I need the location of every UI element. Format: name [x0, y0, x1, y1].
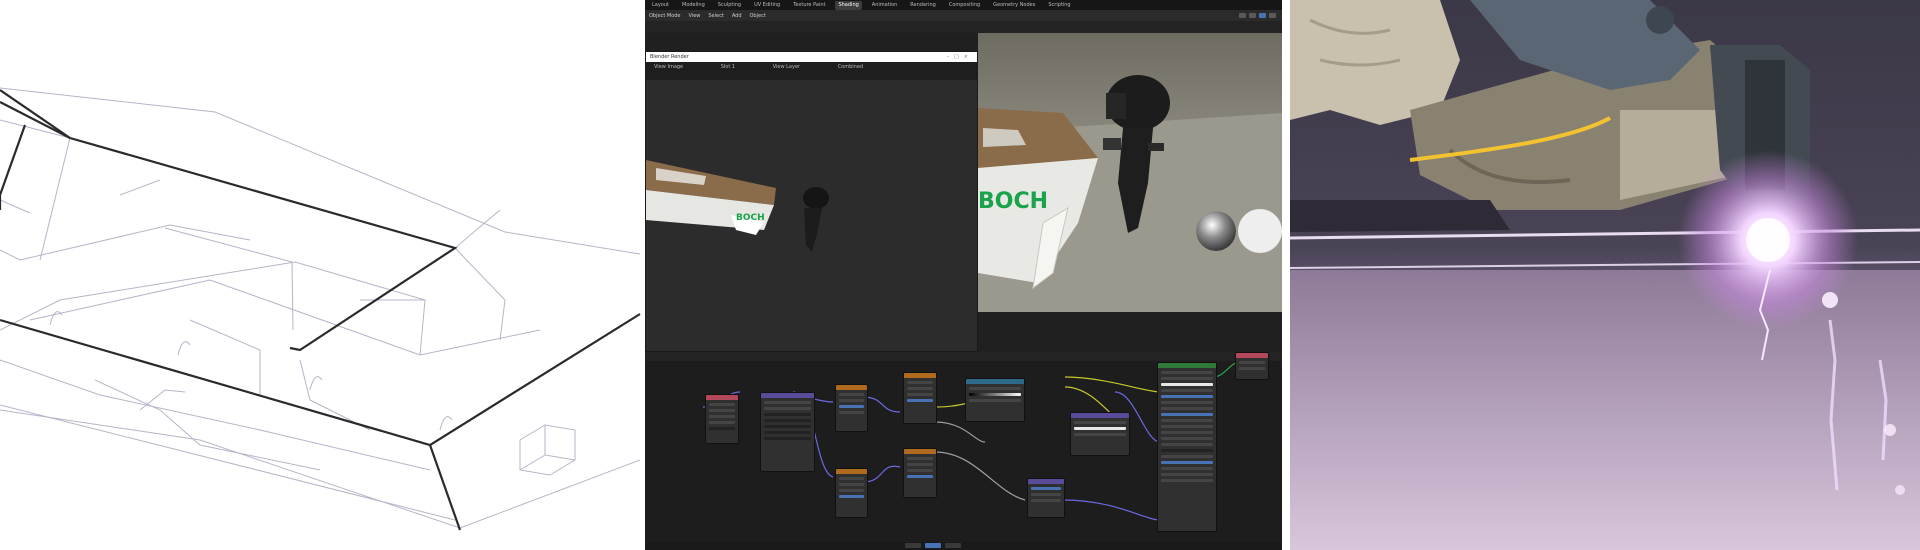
bracket-curve — [439, 416, 453, 431]
deck-opening-outline — [0, 101, 458, 352]
tab-geometry-nodes[interactable]: Geometry Nodes — [990, 1, 1038, 10]
welding-photo-panel — [1290, 0, 1920, 550]
render-canvas: BOCH — [646, 80, 977, 351]
hull-top-edge — [0, 87, 641, 255]
render-slot-dropdown[interactable]: Slot 1 — [721, 64, 735, 70]
frame-line — [299, 359, 371, 431]
tab-texture-paint[interactable]: Texture Paint — [790, 1, 828, 10]
render-info-bar — [646, 72, 977, 80]
menu-add[interactable]: Add — [732, 13, 742, 19]
viewport-scene: BOCH — [978, 75, 1282, 312]
tab-uv-editing[interactable]: UV Editing — [751, 1, 783, 10]
render-window-title: Blender Render — [650, 54, 689, 60]
frame-line — [69, 137, 501, 249]
maximize-icon[interactable]: □ — [954, 54, 964, 60]
transom-box — [519, 424, 576, 476]
solid-shading-icon[interactable] — [1249, 13, 1256, 18]
render-outboard-motor — [803, 187, 829, 252]
material-shading-icon[interactable] — [1259, 13, 1266, 18]
node-image-texture-4[interactable] — [903, 448, 937, 498]
3d-viewport[interactable]: BOCH — [978, 33, 1282, 312]
menu-object[interactable]: Object — [750, 13, 766, 19]
render-window-menubar: View Image Slot 1 View Layer Combined — [646, 62, 977, 72]
node-bump[interactable] — [1070, 412, 1130, 456]
frame-line — [189, 319, 261, 395]
frame-line — [0, 119, 71, 261]
status-button-active[interactable] — [925, 543, 941, 548]
frame-line — [0, 261, 426, 331]
node-image-texture-2[interactable] — [903, 372, 937, 424]
render-window-titlebar: Blender Render –□× — [646, 52, 977, 62]
rendered-shading-icon[interactable] — [1269, 13, 1276, 18]
hull-bottom-edge — [0, 409, 641, 529]
hull-bottom-edge — [0, 404, 456, 521]
minimize-icon[interactable]: – — [947, 54, 955, 60]
wireframe-shading-icon[interactable] — [1239, 13, 1246, 18]
node-mapping[interactable] — [760, 392, 815, 472]
tab-animation[interactable]: Animation — [869, 1, 901, 10]
frame-line — [0, 359, 431, 471]
node-principled-bsdf[interactable] — [1157, 362, 1217, 532]
tab-compositing[interactable]: Compositing — [946, 1, 983, 10]
node-texture-coordinate[interactable] — [705, 394, 739, 444]
frame-line — [360, 299, 426, 356]
render-menu-view[interactable]: View — [654, 64, 666, 70]
render-scene: BOCH — [646, 160, 829, 252]
node-color-ramp[interactable] — [965, 378, 1025, 422]
viewport-shading-buttons — [1239, 13, 1276, 18]
render-menu-image[interactable]: Image — [667, 64, 683, 70]
tab-rendering[interactable]: Rendering — [907, 1, 939, 10]
frame-line — [139, 389, 186, 411]
blender-window: Layout Modeling Sculpting UV Editing Tex… — [645, 0, 1282, 550]
node-image-texture-3[interactable] — [835, 468, 868, 518]
frame-line — [454, 247, 506, 341]
frame-line — [94, 379, 321, 471]
wireframe-boat-panel — [0, 0, 642, 550]
boat-brand-text: BOCH — [978, 189, 1048, 214]
render-boat-brand-text: BOCH — [736, 213, 765, 223]
frame-line — [119, 179, 161, 196]
node-image-texture-1[interactable] — [835, 384, 868, 432]
hdri-sphere-diffuse — [1238, 209, 1282, 253]
close-icon[interactable]: × — [964, 54, 973, 60]
menu-view[interactable]: View — [689, 13, 701, 19]
tab-sculpting[interactable]: Sculpting — [715, 1, 744, 10]
node-normal-map[interactable] — [1027, 478, 1065, 518]
render-layer-dropdown[interactable]: View Layer — [773, 64, 800, 70]
shader-node-editor[interactable] — [645, 352, 1282, 550]
status-button[interactable] — [905, 543, 921, 548]
deck-opening-outline — [0, 89, 71, 139]
frame-line — [0, 224, 251, 261]
render-window[interactable]: Blender Render –□× View Image Slot 1 Vie… — [645, 51, 978, 352]
workspace-tab-bar: Layout Modeling Sculpting UV Editing Tex… — [645, 0, 1282, 10]
viewport-subheader — [645, 21, 1282, 33]
deck-opening-outline — [0, 124, 27, 210]
tab-shading[interactable]: Shading — [835, 0, 862, 10]
viewport-header: Object Mode View Select Add Object — [645, 10, 1282, 21]
metal-plate — [1290, 270, 1920, 550]
status-bar — [645, 542, 1282, 550]
bracket-curve — [177, 341, 191, 356]
bracket-curve — [309, 376, 323, 391]
status-button[interactable] — [945, 543, 961, 548]
welding-photo — [1290, 0, 1920, 550]
transom-box — [519, 454, 546, 471]
tab-scripting[interactable]: Scripting — [1045, 1, 1073, 10]
node-material-output[interactable] — [1235, 352, 1269, 380]
tab-layout[interactable]: Layout — [649, 1, 672, 10]
tab-modeling[interactable]: Modeling — [679, 1, 708, 10]
transom-box — [544, 425, 576, 461]
frame-line — [29, 279, 541, 356]
frame-line — [0, 199, 31, 214]
object-mode-dropdown[interactable]: Object Mode — [649, 13, 681, 19]
wireframe-boat-drawing — [0, 87, 641, 531]
render-pass-dropdown[interactable]: Combined — [838, 64, 863, 70]
frame-line — [164, 227, 294, 331]
menu-select[interactable]: Select — [708, 13, 723, 19]
